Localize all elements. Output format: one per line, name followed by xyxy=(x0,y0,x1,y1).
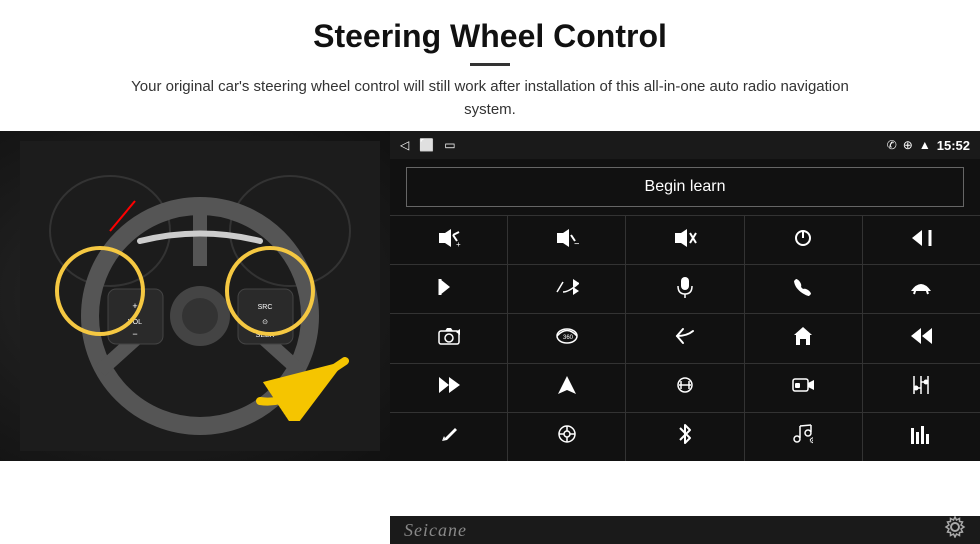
ctrl-prev[interactable] xyxy=(863,216,980,264)
page-wrapper: Steering Wheel Control Your original car… xyxy=(0,0,980,544)
phone-status-icon: ✆ xyxy=(887,138,897,152)
svg-text:−: − xyxy=(574,239,579,248)
time-display: 15:52 xyxy=(937,138,970,153)
back-nav-icon[interactable]: ◁ xyxy=(400,138,409,152)
location-status-icon: ⊕ xyxy=(903,138,913,152)
yellow-arrow xyxy=(250,341,370,421)
svg-text:360: 360 xyxy=(563,335,574,341)
ctrl-equalizer[interactable] xyxy=(863,413,980,461)
ctrl-mic[interactable] xyxy=(626,265,743,313)
shuffle-icon xyxy=(555,278,579,301)
status-bar: ◁ ⬜ ▭ ✆ ⊕ ▲ 15:52 xyxy=(390,131,980,159)
ctrl-dashcam[interactable] xyxy=(745,364,862,412)
ctrl-call[interactable] xyxy=(745,265,862,313)
subtitle-text: Your original car's steering wheel contr… xyxy=(110,76,870,121)
ctrl-rew[interactable] xyxy=(863,314,980,362)
ctrl-bluetooth[interactable] xyxy=(626,413,743,461)
home-nav-icon[interactable]: ⬜ xyxy=(419,138,434,152)
navigate-icon xyxy=(558,375,576,400)
photo-bottom xyxy=(0,516,390,544)
home-icon xyxy=(793,326,813,351)
svg-text:+: + xyxy=(456,240,461,248)
equalizer-icon xyxy=(910,424,932,449)
bluetooth-icon xyxy=(678,423,692,450)
brand-watermark: Seicane xyxy=(404,520,467,541)
call-icon xyxy=(793,277,813,302)
camera-icon xyxy=(438,327,460,350)
photo-section: + VOL − SRC ⊙ SEEK xyxy=(0,131,390,461)
ctrl-power[interactable] xyxy=(745,216,862,264)
power-icon xyxy=(793,228,813,253)
svg-text:−: − xyxy=(132,329,137,339)
ctrl-pen[interactable] xyxy=(390,413,507,461)
ctrl-shuffle[interactable] xyxy=(508,265,625,313)
ctrl-tune[interactable] xyxy=(863,364,980,412)
back-icon xyxy=(675,327,695,350)
ctrl-vol-up[interactable]: + xyxy=(390,216,507,264)
content-row: + VOL − SRC ⊙ SEEK xyxy=(0,131,980,516)
highlight-circle-left xyxy=(55,246,145,336)
ctrl-eq[interactable] xyxy=(626,364,743,412)
eq-icon xyxy=(674,376,696,399)
ctrl-back[interactable] xyxy=(626,314,743,362)
pen-icon xyxy=(439,424,459,449)
mic-icon xyxy=(676,276,694,303)
ctrl-360[interactable]: 360 xyxy=(508,314,625,362)
bottom-bar: Seicane xyxy=(0,516,980,544)
status-bar-left: ◁ ⬜ ▭ xyxy=(400,138,456,152)
next-track-icon xyxy=(438,278,460,301)
ctrl-navigate[interactable] xyxy=(508,364,625,412)
ctrl-music[interactable]: ⚙ xyxy=(745,413,862,461)
svg-text:⚙: ⚙ xyxy=(809,436,813,444)
vol-down-icon: − xyxy=(555,228,579,253)
menu-icon xyxy=(557,424,577,449)
ctrl-next-track[interactable] xyxy=(390,265,507,313)
rew-icon xyxy=(910,327,932,350)
settings-gear-icon[interactable] xyxy=(944,516,966,544)
recent-nav-icon[interactable]: ▭ xyxy=(444,138,455,152)
signal-status-icon: ▲ xyxy=(919,138,931,152)
360-icon: 360 xyxy=(554,325,580,352)
ctrl-vol-down[interactable]: − xyxy=(508,216,625,264)
ctrl-home[interactable] xyxy=(745,314,862,362)
begin-learn-button[interactable]: Begin learn xyxy=(406,167,964,207)
tune-icon xyxy=(911,375,931,400)
fwd-icon xyxy=(438,376,460,399)
begin-learn-row: Begin learn xyxy=(390,159,980,215)
status-bar-right: ✆ ⊕ ▲ 15:52 xyxy=(887,138,970,153)
title-divider xyxy=(470,63,510,66)
ctrl-end-call[interactable] xyxy=(863,265,980,313)
ctrl-mute[interactable] xyxy=(626,216,743,264)
ctrl-fwd[interactable] xyxy=(390,364,507,412)
header-section: Steering Wheel Control Your original car… xyxy=(0,0,980,131)
page-title: Steering Wheel Control xyxy=(60,18,920,55)
mute-icon xyxy=(673,228,697,253)
music-icon: ⚙ xyxy=(793,424,813,449)
android-panel: ◁ ⬜ ▭ ✆ ⊕ ▲ 15:52 Begin learn xyxy=(390,131,980,461)
ctrl-menu[interactable] xyxy=(508,413,625,461)
watermark-bar: Seicane xyxy=(390,516,980,544)
end-call-icon xyxy=(910,279,932,300)
highlight-circle-right xyxy=(225,246,315,336)
dashcam-icon xyxy=(792,376,814,399)
control-grid: + − xyxy=(390,215,980,461)
ctrl-camera[interactable] xyxy=(390,314,507,362)
prev-icon xyxy=(910,229,932,252)
vol-up-icon: + xyxy=(437,228,461,253)
